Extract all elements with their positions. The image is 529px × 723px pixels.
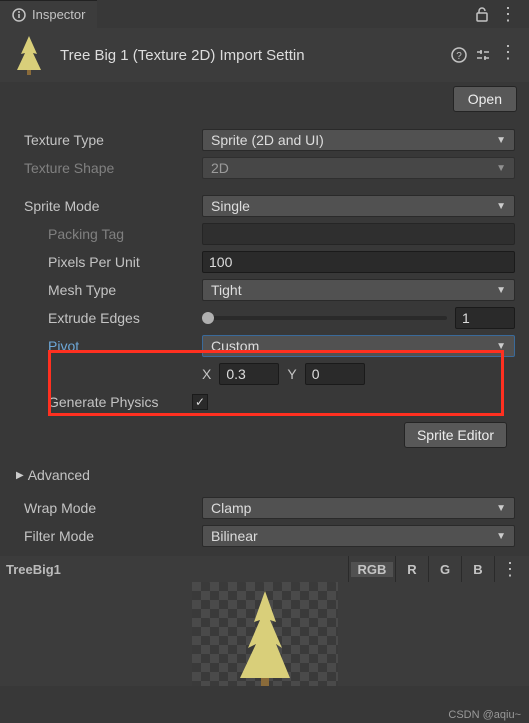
- separator: [348, 556, 349, 582]
- chevron-down-icon: ▼: [496, 503, 506, 514]
- kebab-icon[interactable]: ⋮: [499, 47, 517, 63]
- pivot-y-label: Y: [287, 366, 296, 382]
- texture-type-dropdown[interactable]: Sprite (2D and UI) ▼: [202, 129, 515, 151]
- separator: [428, 556, 429, 582]
- wrap-mode-dropdown[interactable]: Clamp ▼: [202, 497, 515, 519]
- chevron-right-icon: ▶: [16, 470, 24, 481]
- texture-type-label: Texture Type: [14, 132, 202, 148]
- separator: [395, 556, 396, 582]
- advanced-label: Advanced: [28, 467, 90, 483]
- texture-shape-value: 2D: [211, 160, 229, 176]
- chevron-down-icon: ▼: [496, 285, 506, 296]
- sprite-mode-dropdown[interactable]: Single ▼: [202, 195, 515, 217]
- extrude-edges-value[interactable]: [455, 307, 515, 329]
- mesh-type-label: Mesh Type: [14, 282, 202, 298]
- slider-thumb[interactable]: [202, 312, 214, 324]
- asset-thumbnail-icon: [8, 34, 50, 76]
- texture-shape-label: Texture Shape: [14, 160, 202, 176]
- mesh-type-value: Tight: [211, 282, 242, 298]
- chevron-down-icon: ▼: [496, 341, 506, 352]
- preset-icon[interactable]: [475, 47, 491, 63]
- sprite-editor-button[interactable]: Sprite Editor: [404, 422, 507, 448]
- packing-tag-input: [202, 223, 515, 245]
- tab-inspector[interactable]: Inspector: [0, 0, 97, 28]
- pivot-value: Custom: [211, 338, 259, 354]
- extrude-edges-label: Extrude Edges: [14, 310, 202, 326]
- tab-label: Inspector: [32, 7, 85, 22]
- wrap-mode-label: Wrap Mode: [14, 500, 202, 516]
- lock-icon[interactable]: [475, 6, 489, 22]
- page-title: Tree Big 1 (Texture 2D) Import Settin: [60, 47, 441, 64]
- watermark: CSDN @aqiu~: [448, 709, 521, 721]
- help-icon[interactable]: ?: [451, 47, 467, 63]
- pivot-dropdown[interactable]: Custom ▼: [202, 335, 515, 357]
- pixels-per-unit-input[interactable]: [202, 251, 515, 273]
- chevron-down-icon: ▼: [496, 531, 506, 542]
- mesh-type-dropdown[interactable]: Tight ▼: [202, 279, 515, 301]
- chevron-down-icon: ▼: [496, 163, 506, 174]
- info-icon: [12, 8, 26, 22]
- pivot-label: Pivot: [14, 338, 202, 354]
- channel-g-button[interactable]: G: [431, 562, 459, 577]
- separator: [494, 556, 495, 582]
- channel-b-button[interactable]: B: [464, 562, 492, 577]
- channel-r-button[interactable]: R: [398, 562, 426, 577]
- preview-image: [192, 582, 338, 686]
- wrap-mode-value: Clamp: [211, 500, 251, 516]
- chevron-down-icon: ▼: [496, 135, 506, 146]
- pivot-x-input[interactable]: [219, 363, 279, 385]
- preview-asset-name: TreeBig1: [6, 562, 346, 577]
- chevron-down-icon: ▼: [496, 201, 506, 212]
- generate-physics-checkbox[interactable]: ✓: [192, 394, 208, 410]
- texture-type-value: Sprite (2D and UI): [211, 132, 324, 148]
- packing-tag-label: Packing Tag: [14, 226, 202, 242]
- pivot-x-label: X: [202, 366, 211, 382]
- pivot-y-input[interactable]: [305, 363, 365, 385]
- channel-rgb-button[interactable]: RGB: [351, 562, 393, 577]
- separator: [461, 556, 462, 582]
- generate-physics-label: Generate Physics: [14, 394, 192, 410]
- filter-mode-dropdown[interactable]: Bilinear ▼: [202, 525, 515, 547]
- pixels-per-unit-label: Pixels Per Unit: [14, 254, 202, 270]
- extrude-edges-slider[interactable]: [202, 316, 447, 320]
- advanced-foldout[interactable]: ▶ Advanced: [14, 462, 515, 488]
- kebab-icon[interactable]: ⋮: [497, 559, 523, 580]
- filter-mode-label: Filter Mode: [14, 528, 202, 544]
- sprite-mode-value: Single: [211, 198, 250, 214]
- svg-text:?: ?: [456, 51, 462, 62]
- sprite-mode-label: Sprite Mode: [14, 198, 202, 214]
- texture-shape-dropdown: 2D ▼: [202, 157, 515, 179]
- filter-mode-value: Bilinear: [211, 528, 258, 544]
- kebab-icon[interactable]: ⋮: [499, 9, 517, 19]
- open-button[interactable]: Open: [453, 86, 517, 112]
